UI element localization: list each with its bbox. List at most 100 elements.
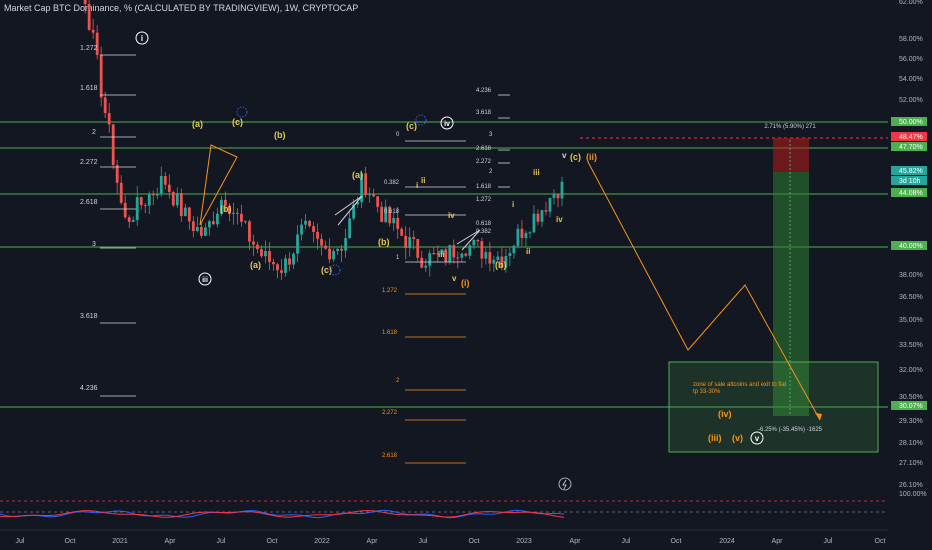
flash-icon[interactable] bbox=[558, 477, 572, 491]
candle-body-82 bbox=[332, 251, 335, 260]
candle-body-131 bbox=[528, 232, 532, 234]
wave-i-paren: (i) bbox=[461, 278, 470, 288]
y-tick-22: 100.00% bbox=[899, 491, 927, 498]
candle-body-113 bbox=[456, 257, 460, 259]
y-tick-16: 30.50% bbox=[899, 394, 923, 401]
candle-body-21 bbox=[87, 4, 91, 30]
candle-body-63 bbox=[256, 244, 259, 250]
fib-mid-1618: 1.618 bbox=[382, 330, 398, 336]
candle-body-20 bbox=[83, 0, 87, 5]
minor-v-2: v bbox=[562, 151, 567, 160]
candle-body-106 bbox=[428, 253, 432, 266]
x-axis-labels[interactable]: Jul Oct 2021 Apr Jul Oct 2022 Apr Jul Oct 2023 Apr J… bbox=[16, 538, 886, 545]
y-tick-50: 50.00% bbox=[899, 119, 923, 126]
y-tick-7: 45.82% bbox=[899, 168, 923, 175]
fib-right-1618: 1.618 bbox=[476, 184, 492, 190]
wave-a3: (a) bbox=[352, 170, 363, 180]
long-position-label: 2.71% (5.90%) 271 bbox=[764, 124, 816, 130]
candle-body-34 bbox=[139, 197, 143, 206]
sale-zone-box[interactable]: zone of sale altcoins and exit to fiat t… bbox=[668, 361, 879, 453]
candle-body-62 bbox=[252, 241, 255, 245]
y-tick-5: 48.47% bbox=[899, 134, 923, 141]
wave-ii: (ii) bbox=[586, 152, 597, 162]
fib-mid-1: 1 bbox=[396, 255, 400, 261]
minor-iii-2: iii bbox=[533, 168, 540, 177]
candle-body-69 bbox=[280, 270, 283, 273]
fib-right[interactable]: 4.236 3.618 3 2.618 2.272 2 1.618 1.272 … bbox=[476, 88, 510, 235]
fib-mid-2272: 2.272 bbox=[382, 410, 398, 416]
candle-body-99 bbox=[400, 228, 404, 236]
candle-body-30 bbox=[123, 202, 127, 218]
candle-body-119 bbox=[480, 241, 484, 259]
fib-left-2272: 2.272 bbox=[80, 159, 98, 166]
candle-body-39 bbox=[159, 176, 163, 195]
minor-i-2: i bbox=[512, 200, 514, 209]
x-tick-11: Apr bbox=[570, 538, 582, 545]
y-tick-8: 3d 10h bbox=[899, 178, 921, 185]
x-tick-1: Oct bbox=[65, 538, 76, 545]
candle-body-68 bbox=[276, 264, 279, 271]
candle-body-41 bbox=[167, 184, 171, 192]
x-tick-13: Oct bbox=[671, 538, 682, 545]
candle-body-65 bbox=[264, 251, 267, 257]
minor-ii-2: ii bbox=[526, 247, 530, 256]
y-tick-3: 54.00% bbox=[899, 76, 923, 83]
fib-left[interactable]: 1.272 1.618 2 2.272 2.618 3 3.618 4.236 bbox=[80, 45, 136, 397]
candle-body-47 bbox=[191, 221, 195, 232]
wave-a2: (a) bbox=[250, 260, 261, 270]
fib-right-3: 3 bbox=[489, 132, 493, 138]
x-tick-2: 2021 bbox=[112, 538, 128, 545]
fib-right-3618: 3.618 bbox=[476, 110, 492, 116]
candle-body-134 bbox=[540, 210, 544, 222]
x-tick-14: 2024 bbox=[719, 538, 735, 545]
candle-body-115 bbox=[464, 253, 468, 256]
price-chart[interactable]: 2.71% (5.90%) 271 zone of sale altcoins … bbox=[0, 0, 932, 550]
candle-body-127 bbox=[512, 245, 516, 254]
candle-body-102 bbox=[412, 237, 416, 240]
wave-b4: (b) bbox=[495, 260, 507, 270]
candle-body-132 bbox=[532, 213, 536, 233]
fib-left-3618: 3.618 bbox=[80, 313, 98, 320]
fib-left-1618: 1.618 bbox=[80, 85, 98, 92]
y-tick-6: 47.70% bbox=[899, 144, 923, 151]
wave-labels: (a) (c) (b) (b) (a) (c) (a) (b) (c) (b) … bbox=[192, 117, 743, 443]
candle-body-42 bbox=[171, 191, 175, 206]
candle-body-58 bbox=[236, 212, 239, 214]
candle-body-72 bbox=[292, 253, 295, 265]
y-tick-11: 38.00% bbox=[899, 272, 923, 279]
x-tick-4: Jul bbox=[217, 538, 226, 545]
y-tick-9: 44.08% bbox=[899, 190, 923, 197]
candle-body-46 bbox=[187, 207, 191, 222]
circ-iii: iii bbox=[202, 277, 208, 284]
candle-body-74 bbox=[300, 224, 303, 235]
candle-body-53 bbox=[215, 213, 219, 225]
candle-body-57 bbox=[232, 212, 235, 214]
candle-body-79 bbox=[320, 238, 323, 246]
candle-body-22 bbox=[91, 29, 95, 33]
fib-mid-0618: 0.618 bbox=[384, 209, 400, 215]
candle-body-66 bbox=[268, 251, 271, 262]
candle-body-61 bbox=[248, 221, 251, 242]
pattern-drawings[interactable] bbox=[199, 144, 481, 251]
candle-body-126 bbox=[508, 253, 512, 257]
y-tick-18: 29.30% bbox=[899, 418, 923, 425]
candle-body-128 bbox=[516, 228, 520, 246]
candle-body-104 bbox=[420, 257, 424, 268]
candle-body-121 bbox=[488, 252, 492, 264]
candle-body-60 bbox=[244, 221, 247, 223]
candle-body-64 bbox=[260, 249, 263, 257]
candle-body-81 bbox=[328, 248, 331, 260]
candle-body-33 bbox=[135, 197, 139, 221]
y-tick-19: 28.10% bbox=[899, 440, 923, 447]
indicator-pane[interactable] bbox=[0, 500, 888, 519]
fib-left-3: 3 bbox=[92, 241, 96, 248]
candle-body-110 bbox=[444, 249, 448, 262]
y-tick-2: 56.00% bbox=[899, 56, 923, 63]
candle-body-80 bbox=[324, 245, 327, 249]
y-tick-12: 36.50% bbox=[899, 294, 923, 301]
x-tick-7: Apr bbox=[367, 538, 379, 545]
x-tick-16: Jul bbox=[824, 538, 833, 545]
fib-right-1272: 1.272 bbox=[476, 197, 492, 203]
candlestick-series[interactable] bbox=[8, 0, 564, 280]
minor-iii-1: iii bbox=[438, 250, 445, 259]
